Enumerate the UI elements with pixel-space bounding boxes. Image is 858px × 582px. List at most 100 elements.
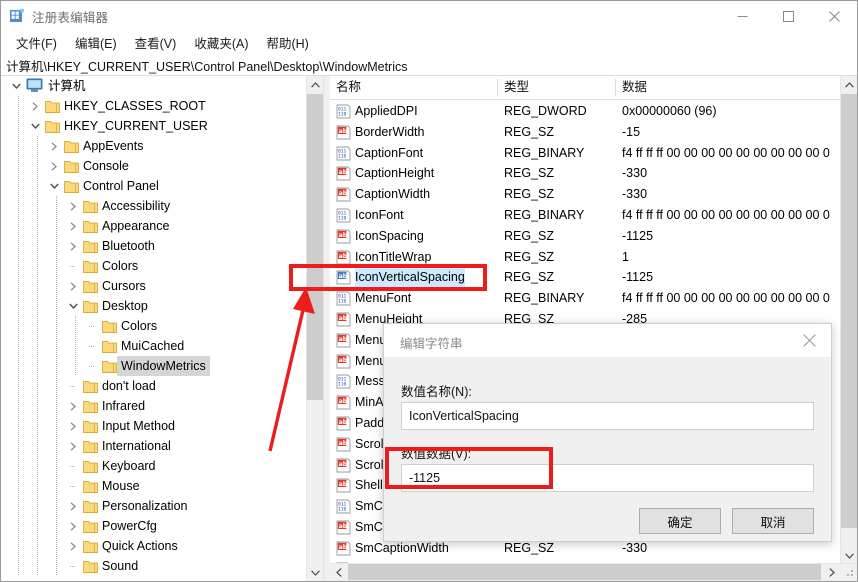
resize-grip-icon[interactable] <box>843 567 855 579</box>
chevron-right-icon[interactable] <box>66 516 80 536</box>
chevron-right-icon[interactable] <box>66 536 80 556</box>
tree-item-console[interactable]: Console <box>1 156 307 176</box>
column-type[interactable]: 类型 <box>498 76 529 99</box>
table-row[interactable]: 011 110 CaptionFont REG_BINARY f4 ff ff ff 0… <box>330 143 841 164</box>
tree-item-international[interactable]: International <box>1 436 307 456</box>
tree-item-colors[interactable]: Colors <box>1 256 307 276</box>
chevron-right-icon[interactable] <box>66 496 80 516</box>
tree-item-personalization[interactable]: Personalization <box>1 496 307 516</box>
list-scroll-up-icon[interactable] <box>841 76 857 93</box>
chevron-right-icon[interactable] <box>66 236 80 256</box>
tree-guide-line <box>37 196 38 216</box>
address-bar[interactable]: 计算机\HKEY_CURRENT_USER\Control Panel\Desk… <box>1 53 857 76</box>
table-row[interactable]: ab CaptionWidth REG_SZ -330 <box>330 184 841 205</box>
chevron-right-icon[interactable] <box>66 276 80 296</box>
chevron-right-icon[interactable] <box>47 156 61 176</box>
column-divider[interactable] <box>497 79 498 96</box>
column-divider[interactable] <box>615 79 616 96</box>
tree-item-muicached[interactable]: MuiCached <box>1 336 307 356</box>
tree-vertical-scrollbar[interactable] <box>306 76 323 581</box>
list-horizontal-scrollbar[interactable] <box>330 563 857 581</box>
tree-item-mouse[interactable]: Mouse <box>1 476 307 496</box>
chevron-down-icon[interactable] <box>66 296 80 316</box>
tree-item-don-t-load[interactable]: don't load <box>1 376 307 396</box>
tree-guide-line <box>37 356 38 376</box>
svg-text:ab: ab <box>339 398 348 405</box>
column-name[interactable]: 名称 <box>330 76 361 99</box>
tree-scroll-down-icon[interactable] <box>307 564 323 581</box>
menu-help[interactable]: 帮助(H) <box>257 31 317 54</box>
tree-guide-line <box>37 516 38 536</box>
value-data-input[interactable]: -1125 <box>401 464 814 492</box>
list-hscrollbar-thumb[interactable] <box>348 564 821 580</box>
chevron-down-icon[interactable] <box>47 176 61 196</box>
tree-item-cursors[interactable]: Cursors <box>1 276 307 296</box>
registry-editor-icon <box>9 8 25 24</box>
tree-guide-line <box>37 176 38 196</box>
cancel-button[interactable]: 取消 <box>732 508 814 534</box>
tree-guide-stub <box>70 466 76 467</box>
tree-scroll-up-icon[interactable] <box>307 76 323 93</box>
table-row[interactable]: 011 110 IconFont REG_BINARY f4 ff ff ff 00 0… <box>330 205 841 226</box>
chevron-right-icon[interactable] <box>66 216 80 236</box>
list-scroll-right-icon[interactable] <box>823 564 840 580</box>
table-row[interactable]: ab CaptionHeight REG_SZ -330 <box>330 163 841 184</box>
chevron-right-icon[interactable] <box>28 96 42 116</box>
tree-item-bluetooth[interactable]: Bluetooth <box>1 236 307 256</box>
close-button[interactable] <box>811 1 857 31</box>
tree-item-infrared[interactable]: Infrared <box>1 396 307 416</box>
value-name-input[interactable]: IconVerticalSpacing <box>401 402 814 430</box>
menu-edit[interactable]: 编辑(E) <box>66 31 126 54</box>
dialog-close-icon[interactable] <box>787 324 831 357</box>
tree-guide-line <box>37 336 38 356</box>
svg-text:ab: ab <box>339 169 348 176</box>
tree-item-desktop[interactable]: Desktop <box>1 296 307 316</box>
menu-favorites[interactable]: 收藏夹(A) <box>185 31 257 54</box>
table-row[interactable]: ab IconVerticalSpacing REG_SZ -1125 <box>330 267 841 289</box>
table-row[interactable]: ab IconSpacing REG_SZ -1125 <box>330 226 841 247</box>
tree-item-input-method[interactable]: Input Method <box>1 416 307 436</box>
tree-item-[interactable]: 计算机 <box>1 76 307 96</box>
tree-item-keyboard[interactable]: Keyboard <box>1 456 307 476</box>
tree-item-accessibility[interactable]: Accessibility <box>1 196 307 216</box>
tree-item-quick-actions[interactable]: Quick Actions <box>1 536 307 556</box>
tree-guide-line <box>37 376 38 396</box>
menu-file[interactable]: 文件(F) <box>7 31 66 54</box>
maximize-button[interactable] <box>765 1 811 31</box>
list-scroll-left-icon[interactable] <box>330 564 347 580</box>
chevron-right-icon[interactable] <box>47 136 61 156</box>
ok-button[interactable]: 确定 <box>639 508 721 534</box>
chevron-down-icon[interactable] <box>9 76 23 96</box>
value-data: f4 ff ff ff 00 00 00 00 00 00 00 00 00 0 <box>622 291 830 306</box>
tree-item-windowmetrics[interactable]: WindowMetrics <box>1 356 307 376</box>
tree-item-hkey-classes-root[interactable]: HKEY_CLASSES_ROOT <box>1 96 307 116</box>
tree-item-label: AppEvents <box>83 139 144 153</box>
minimize-button[interactable] <box>719 1 765 31</box>
column-data[interactable]: 数据 <box>616 76 647 99</box>
registry-tree[interactable]: 计算机 HKEY_CLASSES_ROOT HKEY_CURRENT_USER App… <box>1 76 307 581</box>
tree-item-control-panel[interactable]: Control Panel <box>1 176 307 196</box>
list-scroll-down-icon[interactable] <box>841 547 857 564</box>
tree-item-colors[interactable]: Colors <box>1 316 307 336</box>
list-scrollbar-thumb[interactable] <box>841 94 857 528</box>
menu-view[interactable]: 查看(V) <box>126 31 186 54</box>
chevron-down-icon[interactable] <box>28 116 42 136</box>
table-row[interactable]: ab IconTitleWrap REG_SZ 1 <box>330 247 841 268</box>
table-row[interactable]: 011 110 MenuFont REG_BINARY f4 ff ff ff 00 0… <box>330 288 841 309</box>
chevron-right-icon[interactable] <box>66 196 80 216</box>
tree-item-sound[interactable]: Sound <box>1 556 307 576</box>
tree-scrollbar-thumb[interactable] <box>307 94 323 400</box>
tree-guide-line <box>37 416 38 436</box>
chevron-right-icon[interactable] <box>66 436 80 456</box>
table-row[interactable]: ab BorderWidth REG_SZ -15 <box>330 122 841 143</box>
tree-guide-stub <box>89 366 95 367</box>
table-row[interactable]: 011 110 AppliedDPI REG_DWORD 0x00000060 (96) <box>330 101 841 122</box>
tree-item-appearance[interactable]: Appearance <box>1 216 307 236</box>
tree-item-hkey-current-user[interactable]: HKEY_CURRENT_USER <box>1 116 307 136</box>
chevron-right-icon[interactable] <box>66 396 80 416</box>
tree-item-appevents[interactable]: AppEvents <box>1 136 307 156</box>
list-vertical-scrollbar[interactable] <box>840 76 857 564</box>
string-value-icon: ab <box>336 229 351 244</box>
tree-item-powercfg[interactable]: PowerCfg <box>1 516 307 536</box>
chevron-right-icon[interactable] <box>66 416 80 436</box>
